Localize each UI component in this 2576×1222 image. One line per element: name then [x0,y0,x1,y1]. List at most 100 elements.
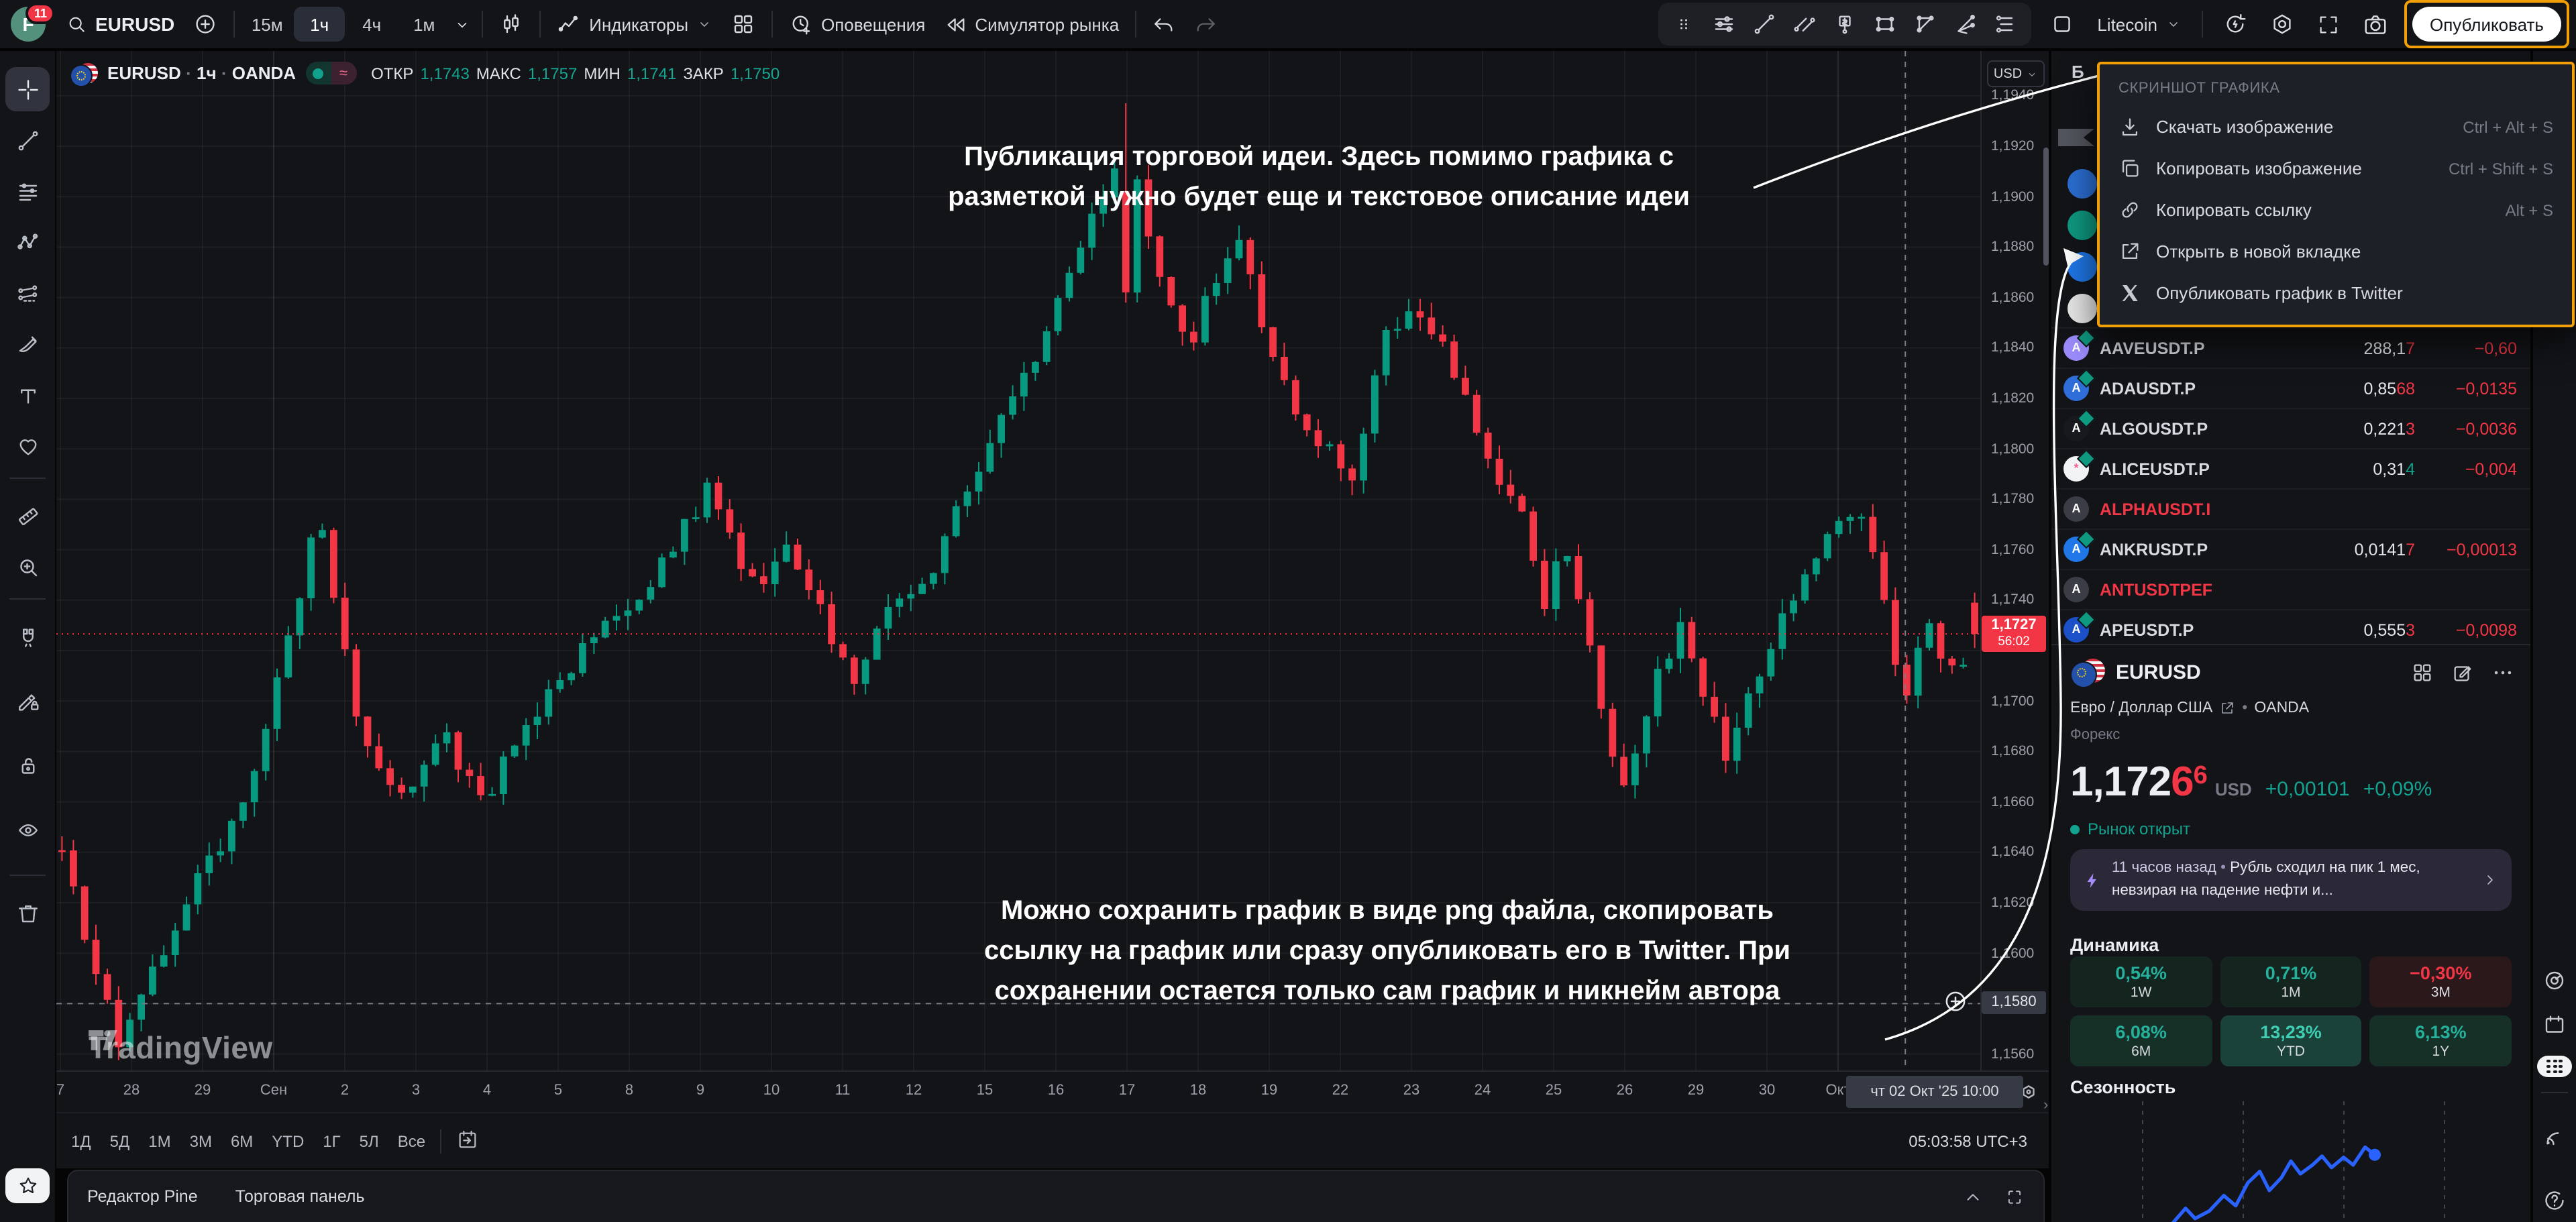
watchlist-square-button[interactable] [2041,5,2084,43]
symbol-description[interactable]: Евро / Доллар США [2070,700,2212,716]
interval-button-4ч[interactable]: 4ч [346,7,397,42]
chart-plot-area[interactable]: EURUSD · 1ч · OANDA ≈ ОТКР1,1743МАКС1,17… [56,51,1980,1070]
perf-tile-1M[interactable]: 0,71%1M [2220,956,2361,1007]
maximize-icon[interactable] [2004,1186,2025,1207]
tool-crosshair[interactable] [5,67,50,111]
symbol-search-button[interactable]: EURUSD [56,5,184,43]
watchlist-row[interactable]: AAPEUSDT.P0,5553−0,0098 [2051,609,2530,644]
add-symbol-button[interactable] [184,5,227,43]
zoom-plus-crosshair-icon[interactable] [1943,989,1968,1014]
refresh-replay-button[interactable] [2214,5,2257,43]
perf-tile-1Y[interactable]: 6,13%1Y [2370,1015,2512,1066]
price-axis[interactable]: USD 1,1727 56:02 1,1580 1,19401,19201,19… [1980,51,2049,1070]
tool-trend-line[interactable] [1744,5,1784,43]
apps-grid-button[interactable] [2537,1056,2572,1077]
watchlist-row[interactable]: *ALICEUSDT.P0,314−0,004 [2051,448,2530,488]
interval-button-1м[interactable]: 1м [398,7,449,42]
menu-item-twitter-x[interactable]: Опубликовать график в Twitter [2100,272,2572,314]
tool-zoom-in[interactable] [5,545,50,589]
menu-item-download[interactable]: Скачать изображениеCtrl + Alt + S [2100,106,2572,148]
menu-item-copy-image[interactable]: Копировать изображениеCtrl + Shift + S [2100,148,2572,189]
strip-help-button[interactable] [2542,1188,2567,1213]
perf-tile-1W[interactable]: 0,54%1W [2070,956,2212,1007]
range-button-5Л[interactable]: 5Л [350,1126,388,1156]
layout-templates-button[interactable] [722,5,765,43]
fullscreen-button[interactable] [2308,5,2349,43]
visibility-toggle[interactable]: ≈ [305,62,356,85]
tool-mixer[interactable] [1704,5,1744,43]
range-button-1М[interactable]: 1М [139,1126,180,1156]
tool-rectangle[interactable] [1865,5,1905,43]
tool-magnet[interactable] [5,614,50,659]
tool-draw-lock[interactable] [5,679,50,723]
alerts-button[interactable]: Оповещения [780,5,934,43]
clock-utc[interactable]: 05:03:58 UTC+3 [1909,1131,2027,1150]
time-axis[interactable]: чт 02 Окт '25 10:00 72829Сен234589101112… [56,1070,2049,1113]
tool-text[interactable] [5,373,50,417]
range-button-3М[interactable]: 3М [180,1126,221,1156]
go-to-date-button[interactable] [447,1122,488,1160]
watchlist-row[interactable]: AADAUSDT.P0,8568−0,0135 [2051,368,2530,408]
tool-ruler[interactable] [5,494,50,538]
tool-hide-all[interactable] [5,808,50,852]
grid-view-icon[interactable] [2411,661,2434,683]
tool-projection[interactable] [5,271,50,315]
perf-tile-3M[interactable]: −0,30%3M [2370,956,2512,1007]
tool-trash[interactable] [5,891,50,935]
snapshot-camera-button[interactable] [2353,5,2398,43]
range-button-1Д[interactable]: 1Д [62,1126,101,1156]
tool-triangle-pattern[interactable] [1905,5,1945,43]
more-options-icon[interactable] [2491,661,2514,683]
strip-calendar-button[interactable] [2542,1013,2567,1037]
interval-button-15м[interactable]: 15м [241,7,292,42]
tab-pine-editor[interactable]: Редактор Pine [87,1187,198,1206]
settings-button[interactable] [2261,5,2304,43]
legend-symbol[interactable]: EURUSD · 1ч · OANDA [107,63,296,83]
tool-xabcd-pattern[interactable] [5,220,50,264]
range-button-5Д[interactable]: 5Д [101,1126,140,1156]
perf-tile-YTD[interactable]: 13,23%YTD [2220,1015,2361,1066]
tool-emoji-heart[interactable] [5,424,50,468]
undo-button[interactable] [1143,5,1185,43]
interval-expand-button[interactable] [449,5,475,43]
panel-scrollbar[interactable] [2043,148,2049,266]
watchlist-row[interactable]: AALGOUSDT.P0,2213−0,0036 [2051,408,2530,448]
perf-tile-6M[interactable]: 6,08%6M [2070,1015,2212,1066]
strip-news-feed-button[interactable] [2542,1124,2567,1148]
quick-symbol-button[interactable]: Litecoin [2088,5,2191,43]
axis-currency-toggle[interactable]: USD [1987,60,2045,87]
tool-cross-line[interactable] [1784,5,1825,43]
watchlist-row[interactable]: AANTUSDTPEF [2051,569,2530,609]
tool-fib-retracement[interactable] [5,169,50,213]
tool-fib-lines[interactable] [1986,5,2026,43]
watchlist-row[interactable]: AANKRUSDT.P0,01417−0,00013 [2051,529,2530,569]
publish-button[interactable]: Опубликовать [2412,7,2561,42]
indicators-button[interactable]: Индикаторы [547,5,722,43]
edit-note-icon[interactable] [2451,661,2474,683]
range-button-YTD[interactable]: YTD [262,1126,313,1156]
range-button-1Г[interactable]: 1Г [313,1126,350,1156]
user-avatar[interactable]: F 11 [11,7,46,42]
strip-target-button[interactable] [2542,968,2567,993]
chart-style-button[interactable] [490,5,533,43]
range-button-Все[interactable]: Все [388,1126,435,1156]
tool-pitchfork[interactable] [1945,5,1986,43]
menu-item-external-link[interactable]: Открыть в новой вкладке [2100,231,2572,272]
range-button-6М[interactable]: 6М [221,1126,262,1156]
tool-price-label[interactable] [1825,5,1865,43]
chevron-up-icon[interactable] [1963,1186,1983,1207]
menu-item-copy-link[interactable]: Копировать ссылкуAlt + S [2100,189,2572,231]
tool-lock-all[interactable] [5,743,50,787]
panel-collapse-handle[interactable]: › [2043,1089,2057,1121]
watchlist-row[interactable]: AALPHAUSDT.I [2051,488,2530,529]
interval-button-1ч[interactable]: 1ч [294,7,345,42]
news-headline[interactable]: 11 часов назад • Рубль сходил на пик 1 м… [2070,849,2512,911]
watchlist-row[interactable]: AAAVEUSDT.P288,17−0,60 [2051,327,2530,368]
external-link-icon[interactable] [2219,700,2235,716]
tool-trend-line[interactable] [5,118,50,162]
tool-brush[interactable] [5,322,50,366]
tool-grip[interactable] [1664,5,1704,43]
tab-trading-panel[interactable]: Торговая панель [235,1187,365,1206]
favorites-star-button[interactable] [5,1168,50,1203]
redo-button[interactable] [1185,5,1226,43]
